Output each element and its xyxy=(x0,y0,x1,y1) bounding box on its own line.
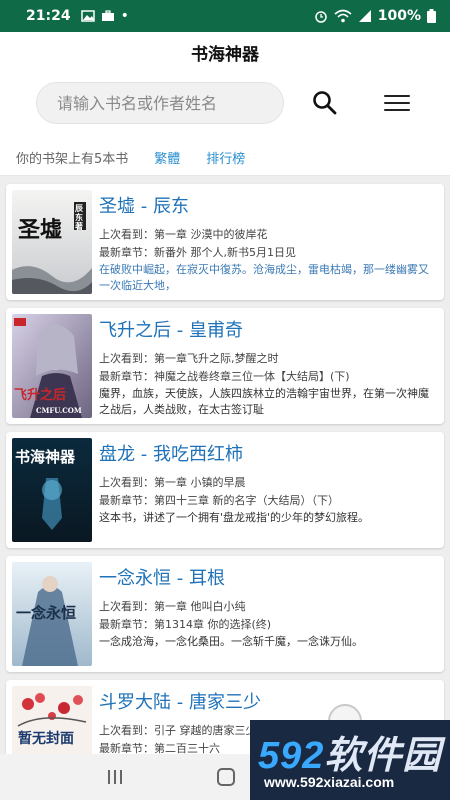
latest-chapter: 最新章节：第1314章 你的选择(终) xyxy=(99,618,272,631)
latest-chapter: 最新章节：新番外 那个人,新书5月1日见 xyxy=(99,246,296,259)
cover-title: 圣墟 xyxy=(18,217,63,243)
book-title[interactable]: 盘龙 - 我吃西红柿 xyxy=(99,440,243,466)
traditional-chinese-link[interactable]: 繁體 xyxy=(154,148,180,167)
recents-icon[interactable] xyxy=(107,770,122,784)
shelf-count: 你的书架上有5本书 xyxy=(16,152,129,167)
status-time: 21:24 xyxy=(26,8,71,24)
last-read: 上次看到：第一章 他叫白小纯 xyxy=(99,600,246,613)
briefcase-icon xyxy=(101,10,114,21)
book-title[interactable]: 飞升之后 - 皇甫奇 xyxy=(99,316,243,342)
watermark-url: www.592xiazai.com xyxy=(264,774,395,790)
book-cover: 飞升之后 CMFU.COM xyxy=(12,314,92,418)
book-card[interactable]: 圣墟 辰东著 圣墟 - 辰东 上次看到：第一章 沙漠中的彼岸花 最新章节：新番外… xyxy=(6,184,444,300)
cover-title: 一念永恒 xyxy=(16,604,77,622)
book-title[interactable]: 圣墟 - 辰东 xyxy=(99,192,189,218)
search-input[interactable] xyxy=(37,83,283,123)
ranking-link[interactable]: 排行榜 xyxy=(206,148,245,167)
watermark-text: 软件园 xyxy=(324,735,442,777)
battery-percent: 100% xyxy=(377,8,421,24)
book-cover: 一念永恒 xyxy=(12,562,92,666)
shelf-info-row: 你的书架上有5本书 繁體 排行榜 xyxy=(16,148,245,167)
status-icons: • xyxy=(80,8,129,24)
last-read: 上次看到：第一章飞升之际,梦醒之时 xyxy=(99,352,279,365)
app-title: 书海神器 xyxy=(191,45,259,65)
book-description: 一念成沧海，一念化桑田。一念斩千魔，一念诛万仙。 xyxy=(99,635,363,648)
cover-title: 暂无封面 xyxy=(18,731,74,747)
image-icon xyxy=(80,10,95,22)
book-card[interactable]: 飞升之后 CMFU.COM 飞升之后 - 皇甫奇 上次看到：第一章飞升之际,梦醒… xyxy=(6,308,444,424)
book-description: 这本书，讲述了一个拥有'盘龙戒指'的少年的梦幻旅程。 xyxy=(99,511,370,524)
signal-icon xyxy=(358,10,371,22)
menu-icon[interactable] xyxy=(384,92,410,114)
cover-title: 书海神器 xyxy=(15,448,76,466)
book-title[interactable]: 斗罗大陆 - 唐家三少 xyxy=(99,688,261,714)
book-card[interactable]: 一念永恒 一念永恒 - 耳根 上次看到：第一章 他叫白小纯 最新章节：第1314… xyxy=(6,556,444,672)
cover-site: CMFU.COM xyxy=(36,406,82,415)
watermark-logo: 592软件园 www.592xiazai.com xyxy=(250,720,450,800)
home-icon[interactable] xyxy=(216,768,235,786)
latest-chapter: 最新章节：第四十三章 新的名字（大结局）（下） xyxy=(99,494,339,507)
book-list[interactable]: 圣墟 辰东著 圣墟 - 辰东 上次看到：第一章 沙漠中的彼岸花 最新章节：新番外… xyxy=(0,176,450,754)
book-card[interactable]: 书海神器 盘龙 - 我吃西红柿 上次看到：第一章 小镇的早晨 最新章节：第四十三… xyxy=(6,432,444,548)
book-title[interactable]: 一念永恒 - 耳根 xyxy=(99,564,225,590)
book-cover: 圣墟 辰东著 xyxy=(12,190,92,294)
book-cover: 书海神器 xyxy=(12,438,92,542)
book-cover: 暂无封面 xyxy=(12,686,92,754)
cover-title: 飞升之后 xyxy=(14,388,67,403)
cover-author: 辰东著 xyxy=(75,203,83,231)
watermark-number: 592 xyxy=(258,735,325,777)
latest-chapter: 最新章节：第二百三十六 xyxy=(99,742,220,754)
last-read: 上次看到：第一章 沙漠中的彼岸花 xyxy=(99,228,268,241)
search-icon[interactable] xyxy=(312,90,338,116)
search-box[interactable] xyxy=(36,82,284,124)
last-read: 上次看到：第一章 小镇的早晨 xyxy=(99,476,246,489)
book-description: 在破败中崛起，在寂灭中復苏。沧海成尘，雷电枯竭，那一缕幽雾又一次临近大地， xyxy=(99,263,429,292)
wifi-icon xyxy=(334,9,352,23)
watermark-brand: 592软件园 xyxy=(258,724,441,779)
status-bar: 21:24 • 100% xyxy=(0,0,450,32)
book-description: 魔界，血族，天使族，人族四族林立的浩翰宇宙世界，在第一次神魔之战后，人类战败，在… xyxy=(99,387,429,416)
notification-dot: • xyxy=(120,8,129,24)
alarm-icon xyxy=(314,11,327,23)
last-read: 上次看到：引子 穿越的唐家三少 xyxy=(99,724,257,737)
battery-icon xyxy=(427,9,436,23)
latest-chapter: 最新章节：神魔之战卷终章三位一体【大结局】(下) xyxy=(99,370,350,383)
